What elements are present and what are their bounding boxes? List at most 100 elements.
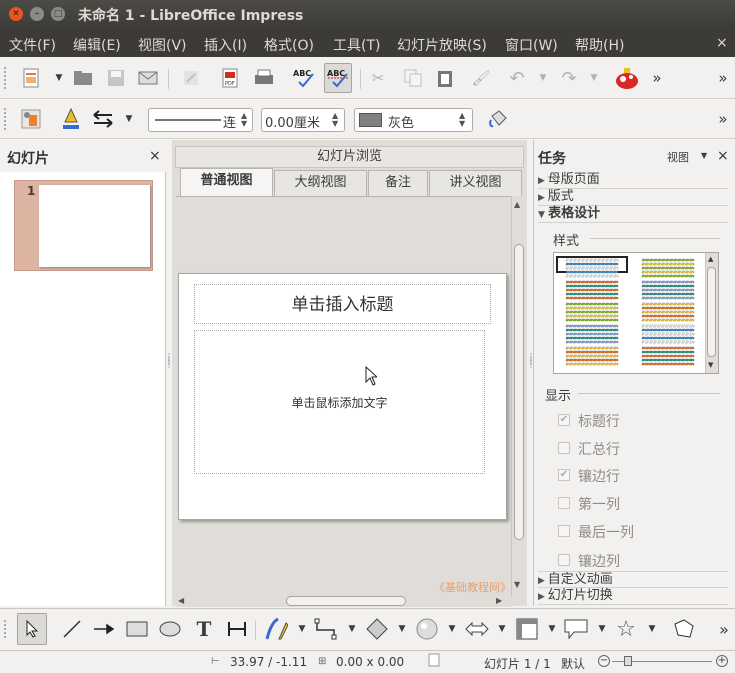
table-style-swatch[interactable] <box>641 310 695 314</box>
dropdown-arrow-icon[interactable]: ▼ <box>390 617 414 641</box>
table-style-swatch[interactable] <box>565 292 619 296</box>
table-style-swatch[interactable] <box>641 266 695 270</box>
select-arrow-icon[interactable] <box>17 613 47 645</box>
autospellcheck-icon[interactable]: ABC <box>324 63 352 93</box>
table-style-swatch[interactable] <box>565 350 619 354</box>
spin-arrows-icon[interactable]: ▲ ▼ <box>459 112 465 128</box>
table-style-swatch[interactable] <box>565 280 619 284</box>
copy-icon[interactable] <box>402 67 424 89</box>
zoom-in-icon[interactable]: + <box>716 655 728 667</box>
menu-insert[interactable]: 插入(I) <box>204 35 247 55</box>
table-style-swatch[interactable] <box>641 284 695 288</box>
new-document-icon[interactable] <box>20 67 42 89</box>
checkbox-last-column[interactable] <box>558 525 570 537</box>
table-style-swatch[interactable] <box>565 288 619 292</box>
curve-tool-icon[interactable] <box>264 617 288 641</box>
table-style-swatch[interactable] <box>641 336 695 340</box>
dropdown-arrow-icon[interactable]: ▼ <box>540 617 564 641</box>
line-width-field[interactable]: 0.00厘米 ▲ ▼ <box>261 108 345 132</box>
zoom-slider-thumb[interactable] <box>624 656 632 666</box>
clone-formatting-icon[interactable]: 🖌 <box>470 67 492 89</box>
scroll-up-icon[interactable]: ▲ <box>708 255 713 263</box>
symbol-shapes-icon[interactable] <box>415 617 439 641</box>
paste-icon[interactable] <box>434 67 456 89</box>
document-modified-icon[interactable] <box>428 653 442 667</box>
spin-arrows-icon[interactable]: ▲ ▼ <box>241 112 247 128</box>
table-style-swatch[interactable] <box>641 280 695 284</box>
basic-shapes-icon[interactable] <box>365 617 389 641</box>
ellipse-tool-icon[interactable] <box>158 617 182 641</box>
table-style-gallery[interactable]: ▲ ▼ <box>553 252 719 374</box>
table-style-swatch[interactable] <box>565 362 619 366</box>
table-style-swatch[interactable] <box>641 350 695 354</box>
toolbar-overflow-right-icon[interactable]: » <box>712 617 735 641</box>
toolbar-grip[interactable] <box>4 620 7 638</box>
table-style-swatch[interactable] <box>641 318 695 322</box>
toolbar-overflow-icon[interactable]: » <box>646 67 668 89</box>
table-style-swatch[interactable] <box>641 296 695 300</box>
table-style-swatch[interactable] <box>565 336 619 340</box>
table-style-swatch[interactable] <box>641 332 695 336</box>
table-style-swatch[interactable] <box>641 302 695 306</box>
checkbox-header-row[interactable]: ✔ <box>558 414 570 426</box>
line-style-select[interactable]: 连 ▲ ▼ <box>148 108 253 132</box>
callouts-icon[interactable] <box>564 617 588 641</box>
table-style-swatch[interactable] <box>641 258 695 262</box>
scroll-thumb[interactable] <box>514 244 524 540</box>
area-color-select[interactable]: 灰色 ▲ ▼ <box>354 108 473 132</box>
menu-file[interactable]: 文件(F) <box>9 35 56 55</box>
table-style-swatch[interactable] <box>565 306 619 310</box>
section-layouts[interactable]: ▶ 版式 <box>538 189 728 206</box>
table-style-swatch[interactable] <box>565 354 619 358</box>
tab-normal-view[interactable]: 普通视图 <box>180 168 273 196</box>
section-custom-animation[interactable]: ▶ 自定义动画 <box>538 571 728 588</box>
table-style-swatch[interactable] <box>641 306 695 310</box>
dropdown-arrow-icon[interactable]: ▼ <box>48 67 70 89</box>
points-edit-icon[interactable] <box>672 617 696 641</box>
scroll-up-icon[interactable]: ▲ <box>514 200 520 209</box>
close-slides-panel-icon[interactable]: × <box>149 148 161 164</box>
arrow-line-tool-icon[interactable] <box>92 617 116 641</box>
vertical-scrollbar[interactable]: ▲ ▼ <box>511 196 525 596</box>
menu-edit[interactable]: 编辑(E) <box>73 35 121 55</box>
toolbar-overflow-right-icon[interactable]: » <box>712 67 734 89</box>
gallery-scrollbar[interactable]: ▲ ▼ <box>705 253 718 373</box>
toolbar-grip[interactable] <box>4 67 7 89</box>
table-style-swatch[interactable] <box>641 358 695 362</box>
menu-tools[interactable]: 工具(T) <box>333 35 380 55</box>
title-placeholder[interactable]: 单击插入标题 <box>194 284 491 324</box>
text-tool-icon[interactable]: T <box>192 617 216 641</box>
dropdown-arrow-icon[interactable]: ▼ <box>340 617 364 641</box>
checkbox-total-row[interactable] <box>558 442 570 454</box>
redo-icon[interactable]: ↷ <box>558 67 580 89</box>
table-style-swatch[interactable] <box>565 324 619 328</box>
export-pdf-icon[interactable]: PDF <box>219 67 241 89</box>
object-style-icon[interactable] <box>20 108 42 130</box>
maximize-window-button[interactable]: □ <box>51 7 65 21</box>
stars-icon[interactable]: ☆ <box>614 617 638 642</box>
print-icon[interactable] <box>253 67 275 89</box>
table-style-swatch[interactable] <box>641 324 695 328</box>
table-style-swatch[interactable] <box>641 262 695 266</box>
dropdown-arrow-icon[interactable]: ▼ <box>118 108 140 130</box>
open-folder-icon[interactable] <box>72 67 94 89</box>
close-tasks-panel-icon[interactable]: × <box>717 148 729 164</box>
table-style-swatch[interactable] <box>565 270 619 274</box>
table-style-swatch[interactable] <box>641 292 695 296</box>
tab-notes-view[interactable]: 备注 <box>368 170 428 196</box>
table-style-swatch[interactable] <box>641 288 695 292</box>
content-placeholder[interactable]: 单击鼠标添加文字 <box>194 330 485 474</box>
checkbox-first-column[interactable] <box>558 497 570 509</box>
spellcheck-icon[interactable]: ABC <box>293 67 315 89</box>
slide[interactable]: 单击插入标题 单击鼠标添加文字 <box>178 273 507 520</box>
area-fill-icon[interactable] <box>487 108 509 130</box>
table-style-swatch[interactable] <box>641 274 695 278</box>
menu-format[interactable]: 格式(O) <box>264 35 314 55</box>
menu-view[interactable]: 视图(V) <box>138 35 187 55</box>
checkbox-banded-columns[interactable] <box>558 554 570 566</box>
tab-outline-view[interactable]: 大纲视图 <box>274 170 367 196</box>
table-style-swatch[interactable] <box>565 346 619 350</box>
gallery-scroll-thumb[interactable] <box>707 267 716 357</box>
table-style-swatch[interactable] <box>565 284 619 288</box>
slide-thumbnail[interactable]: 1 <box>14 180 153 271</box>
